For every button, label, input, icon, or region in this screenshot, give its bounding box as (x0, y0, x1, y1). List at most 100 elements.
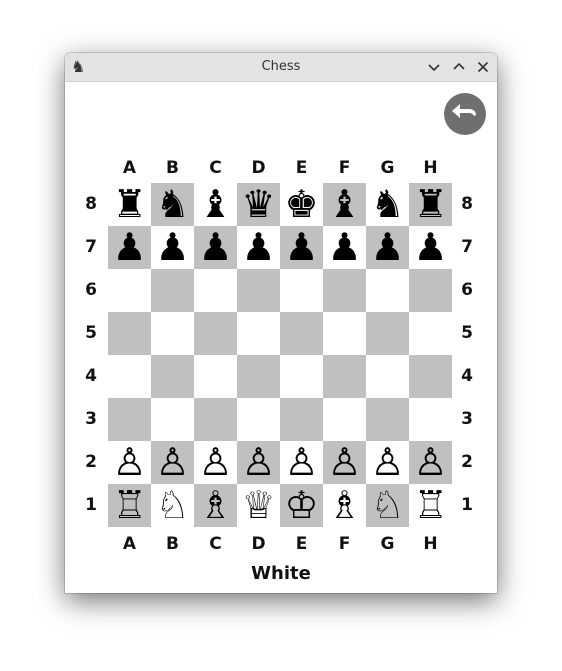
file-label-g-bottom: G (380, 534, 395, 554)
square-g2[interactable]: ♙ (366, 441, 409, 484)
square-b4[interactable] (151, 355, 194, 398)
square-f1[interactable]: ♗ (323, 484, 366, 527)
rank-label-6-right: 6 (461, 280, 473, 300)
square-c7[interactable]: ♟ (194, 226, 237, 269)
rank-label-8-right: 8 (461, 194, 473, 214)
close-icon (477, 61, 489, 73)
minimize-button[interactable] (424, 57, 444, 77)
file-label-a-bottom: A (122, 534, 137, 554)
square-h8[interactable]: ♜ (409, 183, 452, 226)
rank-label-7-left: 7 (85, 237, 97, 257)
square-f7[interactable]: ♟ (323, 226, 366, 269)
square-e6[interactable] (280, 269, 323, 312)
square-a5[interactable] (108, 312, 151, 355)
rank-label-7-right: 7 (461, 237, 473, 257)
square-g5[interactable] (366, 312, 409, 355)
square-e2[interactable]: ♙ (280, 441, 323, 484)
square-c1[interactable]: ♗ (194, 484, 237, 527)
chess-board[interactable]: ♜ ♞ ♝ ♛ ♚ ♝ ♞ ♜ ♟ ♟ ♟ ♟ ♟ ♟ ♟ ♟ ♙ ♙ ♙ ♙ ♙ ♙ ♙ ♙ ♖ ♘ ♗ ♕ ♔ ♗ ♘ ♖ (108, 183, 452, 527)
square-h6[interactable] (409, 269, 452, 312)
file-label-b-top: B (166, 158, 179, 178)
square-c2[interactable]: ♙ (194, 441, 237, 484)
rank-label-1-right: 1 (461, 495, 473, 515)
file-label-h-bottom: H (423, 534, 438, 554)
chevron-down-icon (428, 64, 440, 72)
square-d6[interactable] (237, 269, 280, 312)
maximize-button[interactable] (449, 57, 469, 77)
square-h3[interactable] (409, 398, 452, 441)
square-f2[interactable]: ♙ (323, 441, 366, 484)
square-b1[interactable]: ♘ (151, 484, 194, 527)
turn-indicator: White (251, 563, 311, 584)
square-b7[interactable]: ♟ (151, 226, 194, 269)
file-label-f-top: F (338, 158, 351, 178)
square-d3[interactable] (237, 398, 280, 441)
square-h2[interactable]: ♙ (409, 441, 452, 484)
square-f3[interactable] (323, 398, 366, 441)
square-b8[interactable]: ♞ (151, 183, 194, 226)
chess-window: ♞ Chess ♜ ♞ ♝ ♛ ♚ ♝ ♞ ♜ ♟ ♟ ♟ ♟ ♟ ♟ ♟ ♟ ♙ ♙ ♙ ♙ ♙ ♙ ♙ ♙ ♖ ♘ ♗ ♕ ♔ ♗ ♘ ♖… (65, 53, 497, 593)
square-d8[interactable]: ♛ (237, 183, 280, 226)
square-d2[interactable]: ♙ (237, 441, 280, 484)
square-e4[interactable] (280, 355, 323, 398)
square-a8[interactable]: ♜ (108, 183, 151, 226)
square-g4[interactable] (366, 355, 409, 398)
square-h1[interactable]: ♖ (409, 484, 452, 527)
square-e5[interactable] (280, 312, 323, 355)
square-d7[interactable]: ♟ (237, 226, 280, 269)
square-a1[interactable]: ♖ (108, 484, 151, 527)
square-b2[interactable]: ♙ (151, 441, 194, 484)
square-d4[interactable] (237, 355, 280, 398)
file-label-e-top: E (295, 158, 308, 178)
square-b6[interactable] (151, 269, 194, 312)
rank-label-3-right: 3 (461, 409, 473, 429)
square-f4[interactable] (323, 355, 366, 398)
rank-label-5-right: 5 (461, 323, 473, 343)
close-button[interactable] (473, 57, 493, 77)
square-c4[interactable] (194, 355, 237, 398)
file-label-e-bottom: E (295, 534, 308, 554)
square-g7[interactable]: ♟ (366, 226, 409, 269)
file-label-f-bottom: F (338, 534, 351, 554)
file-label-c-bottom: C (209, 534, 222, 554)
square-c8[interactable]: ♝ (194, 183, 237, 226)
square-a6[interactable] (108, 269, 151, 312)
file-label-c-top: C (209, 158, 222, 178)
square-g3[interactable] (366, 398, 409, 441)
square-g6[interactable] (366, 269, 409, 312)
square-c3[interactable] (194, 398, 237, 441)
titlebar[interactable]: ♞ Chess (65, 53, 497, 82)
square-c5[interactable] (194, 312, 237, 355)
square-e7[interactable]: ♟ (280, 226, 323, 269)
square-g8[interactable]: ♞ (366, 183, 409, 226)
square-e8[interactable]: ♚ (280, 183, 323, 226)
square-d1[interactable]: ♕ (237, 484, 280, 527)
file-label-d-top: D (251, 158, 266, 178)
square-d5[interactable] (237, 312, 280, 355)
square-g1[interactable]: ♘ (366, 484, 409, 527)
rank-label-6-left: 6 (85, 280, 97, 300)
square-b5[interactable] (151, 312, 194, 355)
square-e3[interactable] (280, 398, 323, 441)
square-c6[interactable] (194, 269, 237, 312)
chevron-up-icon (453, 62, 465, 70)
square-a2[interactable]: ♙ (108, 441, 151, 484)
square-b3[interactable] (151, 398, 194, 441)
square-f5[interactable] (323, 312, 366, 355)
rank-label-2-left: 2 (85, 452, 97, 472)
rank-label-8-left: 8 (85, 194, 97, 214)
square-f8[interactable]: ♝ (323, 183, 366, 226)
file-label-d-bottom: D (251, 534, 266, 554)
rank-label-4-left: 4 (85, 366, 97, 386)
square-a3[interactable] (108, 398, 151, 441)
file-label-b-bottom: B (166, 534, 179, 554)
square-h7[interactable]: ♟ (409, 226, 452, 269)
square-a4[interactable] (108, 355, 151, 398)
square-f6[interactable] (323, 269, 366, 312)
square-h5[interactable] (409, 312, 452, 355)
square-a7[interactable]: ♟ (108, 226, 151, 269)
square-e1[interactable]: ♔ (280, 484, 323, 527)
square-h4[interactable] (409, 355, 452, 398)
file-label-a-top: A (122, 158, 137, 178)
undo-button[interactable] (444, 93, 486, 135)
